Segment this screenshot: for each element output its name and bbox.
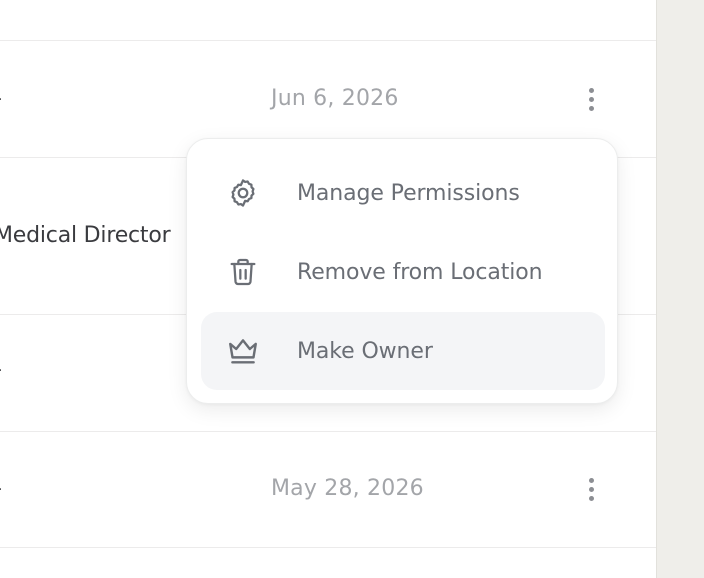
role-cell: Medical Director: [0, 223, 171, 248]
kebab-dot: [588, 486, 594, 492]
role-cell: -: [0, 86, 2, 111]
role-cell: -: [0, 357, 2, 382]
trash-icon: [226, 255, 260, 289]
menu-item-label: Remove from Location: [297, 259, 543, 285]
row-actions-button[interactable]: [579, 82, 603, 116]
side-panel: [656, 0, 704, 578]
crown-icon: [226, 334, 260, 368]
row-actions-button[interactable]: [579, 472, 603, 506]
kebab-dot: [588, 477, 594, 483]
role-cell: -: [0, 476, 2, 501]
menu-item-remove-from-location[interactable]: Remove from Location: [201, 233, 605, 311]
kebab-dot: [588, 96, 594, 102]
row-divider: [0, 547, 656, 548]
date-cell: Jun 6, 2026: [271, 86, 399, 111]
menu-item-label: Make Owner: [297, 338, 433, 364]
menu-item-label: Manage Permissions: [297, 180, 520, 206]
row-divider: [0, 40, 656, 41]
row-divider: [0, 431, 656, 432]
kebab-dot: [588, 495, 594, 501]
kebab-dot: [588, 105, 594, 111]
menu-item-manage-permissions[interactable]: Manage Permissions: [201, 154, 605, 232]
row-actions-menu: Manage Permissions Remove from Location …: [186, 138, 618, 404]
kebab-dot: [588, 87, 594, 93]
date-cell: May 28, 2026: [271, 476, 424, 501]
gear-icon: [226, 176, 260, 210]
menu-item-make-owner[interactable]: Make Owner: [201, 312, 605, 390]
